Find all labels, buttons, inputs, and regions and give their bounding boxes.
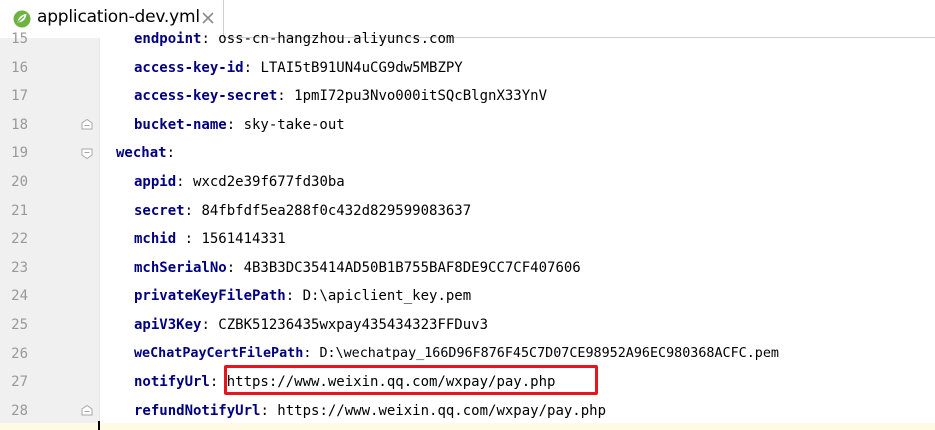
code-line: 15 endpoint: oss-cn-hangzhou.aliyuncs.co…: [0, 25, 935, 54]
code-text[interactable]: wechat:: [116, 139, 175, 168]
code-text[interactable]: mchSerialNo: 4B3B3DC35414AD50B1B755BAF8D…: [134, 254, 581, 283]
code-text[interactable]: weChatPayCertFilePath: D:\wechatpay_166D…: [134, 340, 779, 369]
code-text[interactable]: bucket-name: sky-take-out: [134, 111, 345, 140]
tab-title: application-dev.yml: [37, 7, 200, 27]
code-text[interactable]: privateKeyFilePath: D:\apiclient_key.pem: [134, 282, 471, 311]
code-text[interactable]: apiV3Key: CZBK51236435wxpay435434323FFDu…: [134, 311, 488, 340]
yaml-value: oss-cn-hangzhou.aliyuncs.com: [218, 31, 455, 47]
line-number: 15: [11, 31, 28, 47]
code-text[interactable]: secret: 84fbfdf5ea288f0c432d829599083637: [134, 197, 471, 226]
code-text[interactable]: access-key-secret: 1pmI72pu3Nvo000itSQcB…: [134, 82, 547, 111]
yaml-separator: :: [303, 345, 320, 361]
yaml-separator: :: [209, 374, 227, 391]
yaml-value: LTAI5tB91UN4uCG9dw5MBZPY: [260, 59, 463, 76]
line-number: 20: [11, 174, 28, 190]
yaml-separator: :: [285, 288, 303, 305]
code-line: 23 mchSerialNo: 4B3B3DC35414AD50B1B755BA…: [0, 254, 935, 283]
yaml-value: https://www.weixin.qq.com/wxpay/pay.php: [226, 374, 556, 391]
fold-end-icon[interactable]: [80, 118, 94, 132]
yaml-separator: :: [176, 174, 194, 190]
yaml-key: secret: [134, 202, 185, 219]
yaml-separator: :: [226, 116, 244, 133]
line-number: 16: [11, 59, 28, 76]
line-number: 23: [11, 259, 28, 276]
yaml-value: wxcd2e39f677fd30ba: [193, 174, 345, 190]
code-editor[interactable]: 15 endpoint: oss-cn-hangzhou.aliyuncs.co…: [0, 31, 935, 430]
yaml-value: D:\apiclient_key.pem: [302, 288, 472, 305]
line-number: 26: [11, 345, 28, 362]
yaml-separator: :: [176, 231, 202, 248]
yaml-value: 1561414331: [201, 231, 286, 248]
fold-end-icon[interactable]: [80, 404, 94, 418]
yaml-key: apiV3Key: [134, 317, 202, 333]
code-line: 19 wechat:: [0, 139, 935, 168]
yaml-separator: :: [277, 88, 295, 105]
yaml-separator: :: [201, 317, 219, 333]
code-text[interactable]: endpoint: oss-cn-hangzhou.aliyuncs.com: [134, 25, 454, 54]
yaml-key: notifyUrl: [134, 374, 210, 391]
line-number: 28: [11, 402, 28, 419]
yaml-separator: :: [226, 259, 244, 276]
yaml-value: CZBK51236435wxpay435434323FFDuv3: [218, 317, 489, 333]
code-line: 24 privateKeyFilePath: D:\apiclient_key.…: [0, 282, 935, 311]
line-number: 22: [11, 231, 28, 248]
line-number: 21: [11, 202, 28, 219]
yaml-key: access-key-id: [134, 59, 244, 76]
yaml-value: https://www.weixin.qq.com/wxpay/pay.php: [277, 402, 607, 419]
yaml-key: mchid: [134, 231, 177, 248]
code-text[interactable]: mchid : 1561414331: [134, 225, 286, 254]
yaml-separator: :: [201, 31, 219, 47]
yaml-key: endpoint: [134, 31, 202, 47]
line-number: 18: [11, 116, 28, 133]
yaml-value: 4B3B3DC35414AD50B1B755BAF8DE9CC7CF407606: [243, 259, 581, 276]
yaml-key: bucket-name: [134, 116, 227, 133]
yaml-separator: :: [184, 202, 202, 219]
yaml-key: refundNotifyUrl: [134, 402, 261, 419]
yaml-key: privateKeyFilePath: [134, 288, 286, 305]
code-text[interactable]: notifyUrl: https://www.weixin.qq.com/wxp…: [134, 368, 555, 397]
yaml-key: appid: [134, 174, 177, 190]
yaml-value: D:\wechatpay_166D96F876F45C7D07CE98952A9…: [319, 345, 779, 361]
line-number: 24: [11, 288, 28, 305]
code-line: 27 notifyUrl: https://www.weixin.qq.com/…: [0, 368, 935, 397]
yaml-value: 1pmI72pu3Nvo000itSQcBlgnX33YnV: [294, 88, 548, 105]
code-line: 25 apiV3Key: CZBK51236435wxpay435434323F…: [0, 311, 935, 340]
code-line: 28 refundNotifyUrl: https://www.weixin.q…: [0, 397, 935, 426]
yaml-separator: :: [243, 59, 261, 76]
line-number: 25: [11, 317, 28, 333]
code-line: 16 access-key-id: LTAI5tB91UN4uCG9dw5MBZ…: [0, 54, 935, 83]
code-text[interactable]: access-key-id: LTAI5tB91UN4uCG9dw5MBZPY: [134, 54, 463, 83]
yaml-key: wechat: [116, 145, 167, 162]
yaml-key: weChatPayCertFilePath: [134, 345, 304, 361]
code-text[interactable]: refundNotifyUrl: https://www.weixin.qq.c…: [134, 397, 606, 426]
yaml-value: sky-take-out: [243, 116, 345, 133]
code-text[interactable]: appid: wxcd2e39f677fd30ba: [134, 168, 345, 197]
yaml-key: mchSerialNo: [134, 259, 227, 276]
code-line: 17 access-key-secret: 1pmI72pu3Nvo000itS…: [0, 82, 935, 111]
line-number: 17: [11, 88, 28, 105]
yaml-separator: :: [260, 402, 278, 419]
fold-start-icon[interactable]: [80, 146, 94, 160]
code-line: 20 appid: wxcd2e39f677fd30ba: [0, 168, 935, 197]
yaml-value: 84fbfdf5ea288f0c432d829599083637: [201, 202, 472, 219]
code-line: 18 bucket-name: sky-take-out: [0, 111, 935, 140]
code-line: 22 mchid : 1561414331: [0, 225, 935, 254]
code-line: 21 secret: 84fbfdf5ea288f0c432d829599083…: [0, 197, 935, 226]
code-line: 26 weChatPayCertFilePath: D:\wechatpay_1…: [0, 340, 935, 369]
yaml-separator: :: [166, 145, 176, 162]
yaml-key: access-key-secret: [134, 88, 278, 105]
line-number: 27: [11, 374, 28, 391]
line-number: 19: [11, 145, 28, 162]
